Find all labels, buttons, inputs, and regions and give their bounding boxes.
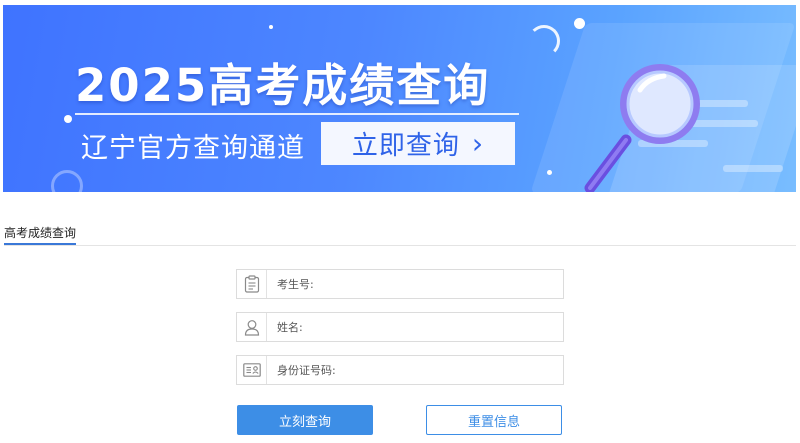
query-now-button[interactable]: 立即查询 › — [321, 122, 515, 165]
magnifier-icon — [584, 64, 700, 192]
banner-title: 2025高考成绩查询 — [75, 59, 491, 112]
id-number-field[interactable]: 身份证号码: — [236, 355, 564, 385]
id-card-icon — [237, 356, 267, 384]
candidate-number-input[interactable] — [313, 271, 563, 297]
clipboard-icon — [237, 270, 267, 298]
banner-deco-dot — [547, 170, 552, 175]
chevron-right-icon: › — [471, 126, 485, 160]
reset-button[interactable]: 重置信息 — [426, 405, 562, 435]
candidate-number-field[interactable]: 考生号: — [236, 269, 564, 299]
id-number-label: 身份证号码: — [277, 364, 336, 377]
banner-subtitle: 辽宁官方查询通道 — [81, 133, 305, 164]
banner-deco-ring — [51, 170, 83, 192]
hero-banner[interactable]: 2025高考成绩查询 辽宁官方查询通道 立即查询 › — [3, 5, 796, 192]
submit-query-button[interactable]: 立刻查询 — [237, 405, 373, 435]
user-icon — [237, 313, 267, 341]
id-number-input[interactable] — [335, 357, 563, 383]
name-field[interactable]: 姓名: — [236, 312, 564, 342]
name-input[interactable] — [302, 314, 563, 340]
tab-gaokao-score-query[interactable]: 高考成绩查询 — [4, 224, 76, 241]
banner-deco-line — [723, 165, 783, 172]
banner-deco-dot — [64, 115, 72, 123]
candidate-number-label: 考生号: — [277, 278, 314, 291]
banner-deco-ring — [528, 25, 560, 57]
query-now-label: 立即查询 — [351, 131, 460, 161]
tab-divider — [4, 245, 796, 246]
name-label: 姓名: — [277, 321, 303, 334]
banner-deco-dot — [574, 18, 585, 29]
banner-deco-dot — [269, 25, 273, 29]
banner-divider — [75, 113, 519, 115]
